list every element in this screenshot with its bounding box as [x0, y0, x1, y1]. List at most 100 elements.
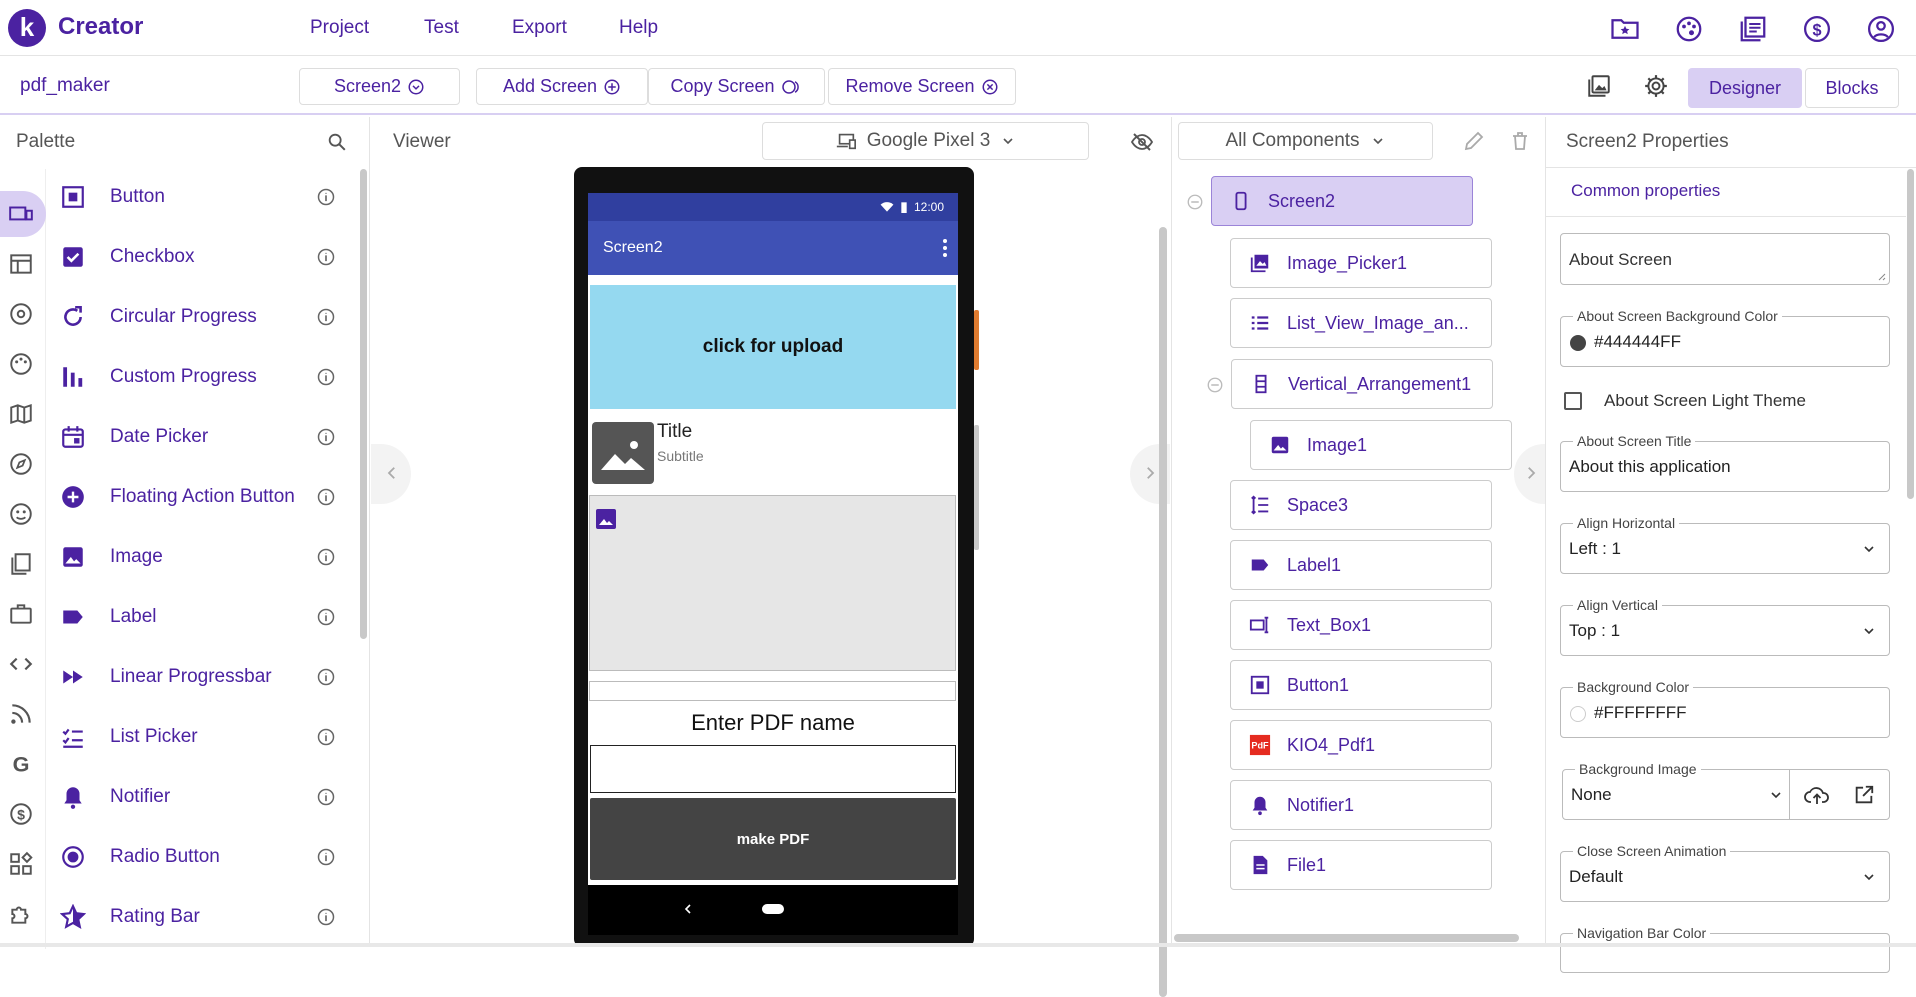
pdf-name-textbox[interactable]: [590, 745, 956, 793]
resize-handle-icon[interactable]: [1876, 271, 1886, 281]
align-horizontal-select[interactable]: Align Horizontal Left : 1: [1560, 515, 1890, 574]
folder-star-icon[interactable]: [1610, 14, 1640, 44]
align-vertical-select[interactable]: Align Vertical Top : 1: [1560, 597, 1890, 656]
google-icon[interactable]: G: [8, 751, 34, 777]
tree-item-space[interactable]: Space3: [1230, 480, 1492, 530]
background-color-field[interactable]: Background Color #FFFFFFFF: [1560, 679, 1890, 738]
properties-scrollbar[interactable]: [1907, 169, 1914, 499]
screen-select[interactable]: Screen2: [299, 68, 460, 105]
menu-project[interactable]: Project: [310, 17, 369, 39]
info-icon[interactable]: [316, 787, 336, 807]
palette-item-circular-progress[interactable]: Circular Progress: [60, 297, 257, 337]
gallery-icon[interactable]: [1738, 14, 1768, 44]
monetization-icon[interactable]: $: [8, 801, 34, 827]
info-icon[interactable]: [316, 247, 336, 267]
image-gallery-icon[interactable]: [1586, 73, 1612, 99]
blocks-button[interactable]: Blocks: [1805, 68, 1899, 108]
open-external-icon[interactable]: [1853, 784, 1875, 806]
cloud-upload-icon[interactable]: [1804, 783, 1830, 807]
collapse-icon[interactable]: [1186, 193, 1204, 211]
palette-scrollbar[interactable]: [360, 169, 367, 639]
gear-icon[interactable]: [1643, 73, 1669, 99]
info-icon[interactable]: [316, 187, 336, 207]
tree-item-image-picker[interactable]: Image_Picker1: [1230, 238, 1492, 288]
nav-back-icon[interactable]: [682, 901, 694, 917]
info-icon[interactable]: [316, 307, 336, 327]
info-icon[interactable]: [316, 547, 336, 567]
palette-item-notifier[interactable]: Notifier: [60, 777, 170, 817]
layout-icon[interactable]: [8, 251, 34, 277]
tree-item-notifier[interactable]: Notifier1: [1230, 780, 1492, 830]
components-filter[interactable]: All Components: [1178, 122, 1433, 160]
tree-item-label-component[interactable]: Label1: [1230, 540, 1492, 590]
info-icon[interactable]: [316, 667, 336, 687]
add-screen-button[interactable]: Add Screen: [476, 68, 648, 105]
widgets-icon[interactable]: [8, 851, 34, 877]
tree-item-screen[interactable]: Screen2: [1211, 176, 1473, 226]
make-pdf-button[interactable]: make PDF: [590, 798, 956, 880]
navigation-bar-color-field[interactable]: Navigation Bar Color: [1560, 925, 1890, 973]
dollar-icon[interactable]: $: [1802, 14, 1832, 44]
about-title-field[interactable]: About Screen Title About this applicatio…: [1560, 433, 1890, 492]
compass-icon[interactable]: [8, 451, 34, 477]
device-select[interactable]: Google Pixel 3: [762, 122, 1089, 160]
account-icon[interactable]: [1866, 14, 1896, 44]
background-image-select[interactable]: Background Image None: [1562, 761, 1890, 820]
tree-item-vertical-arrangement[interactable]: Vertical_Arrangement1: [1231, 359, 1493, 409]
palette-item-floating-action-button[interactable]: Floating Action Button: [60, 477, 295, 517]
delete-icon[interactable]: [1508, 129, 1532, 153]
info-icon[interactable]: [316, 367, 336, 387]
components-scrollbar[interactable]: [1174, 934, 1519, 942]
map-icon[interactable]: [8, 401, 34, 427]
palette-icon[interactable]: [1674, 14, 1704, 44]
more-vert-icon[interactable]: [933, 236, 957, 260]
info-icon[interactable]: [316, 607, 336, 627]
info-icon[interactable]: [316, 847, 336, 867]
upload-button[interactable]: click for upload: [590, 285, 956, 409]
palette-item-list-picker[interactable]: List Picker: [60, 717, 198, 757]
menu-test[interactable]: Test: [424, 17, 459, 39]
palette-item-image[interactable]: Image: [60, 537, 163, 577]
tree-item-textbox[interactable]: Text_Box1: [1230, 600, 1492, 650]
storage-icon[interactable]: [8, 551, 34, 577]
rss-icon[interactable]: [8, 701, 34, 727]
palette-item-checkbox[interactable]: Checkbox: [60, 237, 195, 277]
logo-icon[interactable]: k: [8, 9, 46, 47]
palette-item-radio-button[interactable]: Radio Button: [60, 837, 220, 877]
light-theme-checkbox[interactable]: [1564, 392, 1582, 410]
palette-item-label-component[interactable]: Label: [60, 597, 157, 637]
info-icon[interactable]: [316, 907, 336, 927]
close-screen-animation-select[interactable]: Close Screen Animation Default: [1560, 843, 1890, 902]
media-icon[interactable]: [8, 301, 34, 327]
copy-screen-button[interactable]: Copy Screen: [648, 68, 825, 105]
menu-export[interactable]: Export: [512, 17, 567, 39]
code-icon[interactable]: [8, 651, 34, 677]
visibility-off-icon[interactable]: [1130, 130, 1154, 154]
search-icon[interactable]: [326, 131, 348, 153]
tree-item-pdf[interactable]: PdF KIO4_Pdf1: [1230, 720, 1492, 770]
menu-help[interactable]: Help: [619, 17, 658, 39]
palette-item-custom-progress[interactable]: Custom Progress: [60, 357, 257, 397]
tree-item-file[interactable]: File1: [1230, 840, 1492, 890]
drawing-palette-icon[interactable]: [8, 351, 34, 377]
info-icon[interactable]: [316, 727, 336, 747]
social-icon[interactable]: [8, 501, 34, 527]
tree-item-button[interactable]: Button1: [1230, 660, 1492, 710]
tree-item-list-view[interactable]: List_View_Image_an...: [1230, 298, 1492, 348]
remove-screen-button[interactable]: Remove Screen: [828, 68, 1016, 105]
about-bg-color-field[interactable]: About Screen Background Color #444444FF: [1560, 308, 1890, 367]
tree-item-image[interactable]: Image1: [1250, 420, 1512, 470]
user-interface-icon[interactable]: [8, 201, 34, 227]
viewer-scrollbar[interactable]: [1159, 227, 1167, 997]
about-screen-textarea[interactable]: About Screen: [1560, 233, 1890, 285]
palette-item-date-picker[interactable]: Date Picker: [60, 417, 208, 457]
edit-icon[interactable]: [1462, 129, 1486, 153]
info-icon[interactable]: [316, 487, 336, 507]
designer-button[interactable]: Designer: [1688, 68, 1802, 108]
nav-home-pill[interactable]: [762, 904, 784, 914]
palette-item-linear-progressbar[interactable]: Linear Progressbar: [60, 657, 272, 697]
extension-icon[interactable]: [8, 901, 34, 927]
collapse-icon[interactable]: [1206, 376, 1224, 394]
palette-item-rating-bar[interactable]: Rating Bar: [60, 897, 200, 937]
connectivity-icon[interactable]: [8, 601, 34, 627]
